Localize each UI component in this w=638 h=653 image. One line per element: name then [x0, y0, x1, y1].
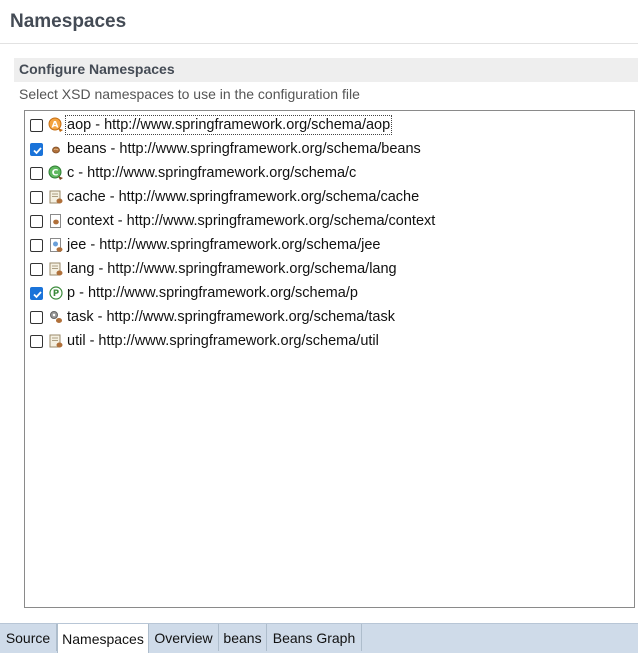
- namespace-checkbox-context[interactable]: [30, 214, 43, 228]
- namespace-checkbox-task[interactable]: [30, 310, 43, 324]
- svg-text:P: P: [53, 289, 59, 299]
- section-description: Select XSD namespaces to use in the conf…: [19, 86, 360, 102]
- util-icon: [49, 334, 63, 348]
- namespace-label: c - http://www.springframework.org/schem…: [67, 165, 357, 181]
- c-namespace-icon: C: [48, 165, 63, 180]
- context-icon: [50, 214, 61, 228]
- namespace-row-util[interactable]: util - http://www.springframework.org/sc…: [30, 329, 380, 353]
- namespace-checkbox-beans[interactable]: [30, 142, 43, 156]
- tab-overview[interactable]: Overview: [149, 624, 219, 651]
- namespace-row-beans[interactable]: beans - http://www.springframework.org/s…: [30, 137, 422, 161]
- namespace-label: beans - http://www.springframework.org/s…: [67, 141, 421, 157]
- page-title: Namespaces: [10, 11, 127, 32]
- namespace-label: lang - http://www.springframework.org/sc…: [67, 261, 397, 277]
- tab-namespaces[interactable]: Namespaces: [57, 624, 149, 653]
- tab-beans[interactable]: beans: [219, 624, 267, 651]
- namespace-row-p[interactable]: P p - http://www.springframework.org/sch…: [30, 281, 359, 305]
- namespace-checkbox-util[interactable]: [30, 334, 43, 348]
- namespace-row-lang[interactable]: lang - http://www.springframework.org/sc…: [30, 257, 398, 281]
- namespace-checkbox-p[interactable]: [30, 286, 43, 300]
- namespace-row-task[interactable]: task - http://www.springframework.org/sc…: [30, 305, 396, 329]
- jee-icon: [50, 238, 63, 252]
- tab-source[interactable]: Source: [0, 624, 57, 651]
- section-title: Configure Namespaces: [19, 61, 175, 77]
- svg-text:A: A: [52, 121, 59, 131]
- task-icon: [50, 311, 62, 323]
- namespace-row-aop[interactable]: A aop - http://www.springframework.org/s…: [30, 113, 393, 137]
- configure-namespaces-section: Configure Namespaces Select XSD namespac…: [14, 58, 638, 622]
- namespace-row-jee[interactable]: jee - http://www.springframework.org/sch…: [30, 233, 382, 257]
- namespace-label: jee - http://www.springframework.org/sch…: [67, 237, 381, 253]
- svg-text:C: C: [52, 169, 59, 179]
- namespace-row-c[interactable]: C c - http://www.springframework.org/sch…: [30, 161, 357, 185]
- namespace-checkbox-cache[interactable]: [30, 190, 43, 204]
- namespace-label: util - http://www.springframework.org/sc…: [67, 333, 379, 349]
- aop-icon: A: [48, 117, 63, 132]
- namespace-list[interactable]: A aop - http://www.springframework.org/s…: [24, 110, 635, 608]
- namespace-label: context - http://www.springframework.org…: [67, 213, 436, 229]
- namespace-label: task - http://www.springframework.org/sc…: [67, 309, 395, 325]
- namespace-checkbox-aop[interactable]: [30, 118, 43, 132]
- cache-icon: [49, 190, 63, 204]
- editor-tab-bar: Source Namespaces Overview beans Beans G…: [0, 623, 638, 653]
- section-header[interactable]: Configure Namespaces: [14, 58, 638, 82]
- namespace-label: p - http://www.springframework.org/schem…: [67, 285, 358, 301]
- page-header: Namespaces: [0, 0, 638, 44]
- p-namespace-icon: P: [49, 286, 63, 300]
- namespace-row-cache[interactable]: cache - http://www.springframework.org/s…: [30, 185, 420, 209]
- tab-beans-graph[interactable]: Beans Graph: [267, 624, 362, 651]
- namespace-row-context[interactable]: context - http://www.springframework.org…: [30, 209, 436, 233]
- namespace-checkbox-c[interactable]: [30, 166, 43, 180]
- namespaces-editor-page: Namespaces Configure Namespaces Select X…: [0, 0, 638, 653]
- lang-icon: [49, 262, 63, 276]
- namespace-label: aop - http://www.springframework.org/sch…: [64, 115, 393, 135]
- namespace-checkbox-lang[interactable]: [30, 262, 43, 276]
- namespace-checkbox-jee[interactable]: [30, 238, 43, 252]
- namespace-label: cache - http://www.springframework.org/s…: [67, 189, 420, 205]
- bean-icon: [52, 146, 60, 154]
